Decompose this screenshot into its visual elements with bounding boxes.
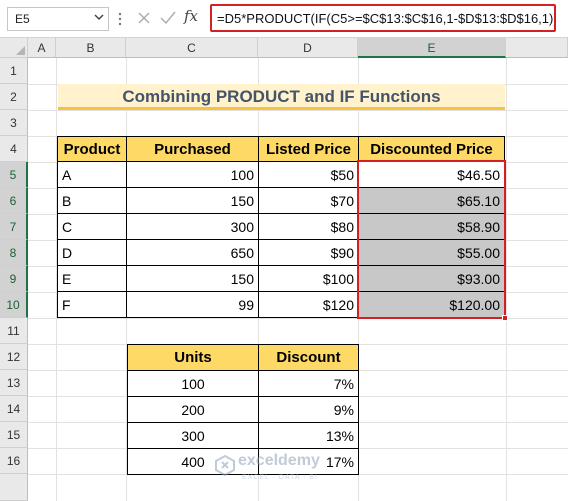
header-purchased[interactable]: Purchased — [126, 136, 259, 162]
cell-discount[interactable]: 13% — [258, 422, 359, 449]
cell-purchased[interactable]: 99 — [126, 291, 259, 318]
cell-discounted-price[interactable]: $120.00 — [358, 291, 505, 318]
sheet-title[interactable]: Combining PRODUCT and IF Functions — [58, 84, 505, 110]
header-discounted-price[interactable]: Discounted Price — [358, 136, 505, 162]
row-header-6[interactable]: 6 — [0, 188, 28, 214]
cell-purchased[interactable]: 150 — [126, 265, 259, 292]
row-header-5[interactable]: 5 — [0, 162, 28, 188]
fill-handle[interactable] — [502, 315, 508, 321]
header-discount[interactable]: Discount — [258, 344, 359, 371]
name-box-value: E5 — [15, 12, 30, 26]
row-header-14[interactable]: 14 — [0, 396, 28, 422]
cell-listed-price[interactable]: $50 — [258, 161, 359, 188]
row-header-blank — [0, 474, 28, 501]
column-header-a[interactable]: A — [28, 38, 56, 58]
cell-discount[interactable]: 9% — [258, 396, 359, 423]
select-all-corner[interactable] — [0, 38, 28, 58]
row-header-4[interactable]: 4 — [0, 136, 28, 162]
cell-purchased[interactable]: 650 — [126, 239, 259, 266]
cell-discounted-price[interactable]: $58.90 — [358, 213, 505, 240]
cell-units[interactable]: 200 — [127, 396, 259, 423]
exceldemy-logo-icon — [215, 454, 235, 476]
cancel-icon[interactable] — [137, 11, 151, 25]
row-header-7[interactable]: 7 — [0, 214, 28, 240]
formula-bar: E5 fx =D5*PRODUCT(IF(C5>=$C$13:$C$16,1-$… — [0, 0, 568, 38]
row-header-11[interactable]: 11 — [0, 318, 28, 344]
cell-discounted-price[interactable]: $65.10 — [358, 187, 505, 214]
cell-purchased[interactable]: 100 — [126, 161, 259, 188]
cell-listed-price[interactable]: $80 — [258, 213, 359, 240]
watermark: exceldemy EXCEL · DATA · BI — [210, 450, 360, 490]
column-header-blank — [506, 38, 568, 58]
enter-check-icon[interactable] — [160, 11, 176, 25]
row-header-9[interactable]: 9 — [0, 266, 28, 292]
row-header-10[interactable]: 10 — [0, 292, 28, 318]
column-header-d[interactable]: D — [258, 38, 358, 58]
cell-listed-price[interactable]: $90 — [258, 239, 359, 266]
cell-purchased[interactable]: 300 — [126, 213, 259, 240]
more-options-icon — [118, 12, 122, 26]
cell-listed-price[interactable]: $100 — [258, 265, 359, 292]
row-header-3[interactable]: 3 — [0, 110, 28, 136]
cell-discounted-price[interactable]: $93.00 — [358, 265, 505, 292]
cell-product[interactable]: A — [57, 161, 127, 188]
column-header-b[interactable]: B — [56, 38, 126, 58]
gridline — [28, 110, 568, 111]
insert-function-icon[interactable]: fx — [184, 7, 198, 25]
cell-purchased[interactable]: 150 — [126, 187, 259, 214]
cell-listed-price[interactable]: $120 — [258, 291, 359, 318]
gridline — [506, 58, 507, 501]
cell-units[interactable]: 100 — [127, 370, 259, 397]
header-units[interactable]: Units — [127, 344, 259, 371]
row-header-13[interactable]: 13 — [0, 370, 28, 396]
row-header-12[interactable]: 12 — [0, 344, 28, 370]
row-header-1[interactable]: 1 — [0, 58, 28, 84]
formula-text: =D5*PRODUCT(IF(C5>=$C$13:$C$16,1-$D$13:$… — [217, 11, 556, 26]
row-header-15[interactable]: 15 — [0, 422, 28, 448]
row-header-2[interactable]: 2 — [0, 84, 28, 110]
row-header-8[interactable]: 8 — [0, 240, 28, 266]
column-header-c[interactable]: C — [126, 38, 258, 58]
column-header-e[interactable]: E — [358, 38, 506, 58]
cell-listed-price[interactable]: $70 — [258, 187, 359, 214]
cell-product[interactable]: E — [57, 265, 127, 292]
header-listed-price[interactable]: Listed Price — [258, 136, 359, 162]
cell-discounted-price[interactable]: $46.50 — [358, 161, 505, 188]
gridline — [28, 318, 568, 319]
row-header-16[interactable]: 16 — [0, 448, 28, 474]
cell-product[interactable]: C — [57, 213, 127, 240]
cell-product[interactable]: B — [57, 187, 127, 214]
watermark-name: exceldemy — [238, 452, 320, 469]
cell-product[interactable]: F — [57, 291, 127, 318]
watermark-tagline: EXCEL · DATA · BI — [242, 474, 318, 481]
header-product[interactable]: Product — [57, 136, 127, 162]
formula-input[interactable]: =D5*PRODUCT(IF(C5>=$C$13:$C$16,1-$D$13:$… — [210, 4, 556, 32]
cell-product[interactable]: D — [57, 239, 127, 266]
cell-discounted-price[interactable]: $55.00 — [358, 239, 505, 266]
chevron-down-icon[interactable] — [93, 11, 105, 23]
cell-units[interactable]: 300 — [127, 422, 259, 449]
cell-discount[interactable]: 7% — [258, 370, 359, 397]
